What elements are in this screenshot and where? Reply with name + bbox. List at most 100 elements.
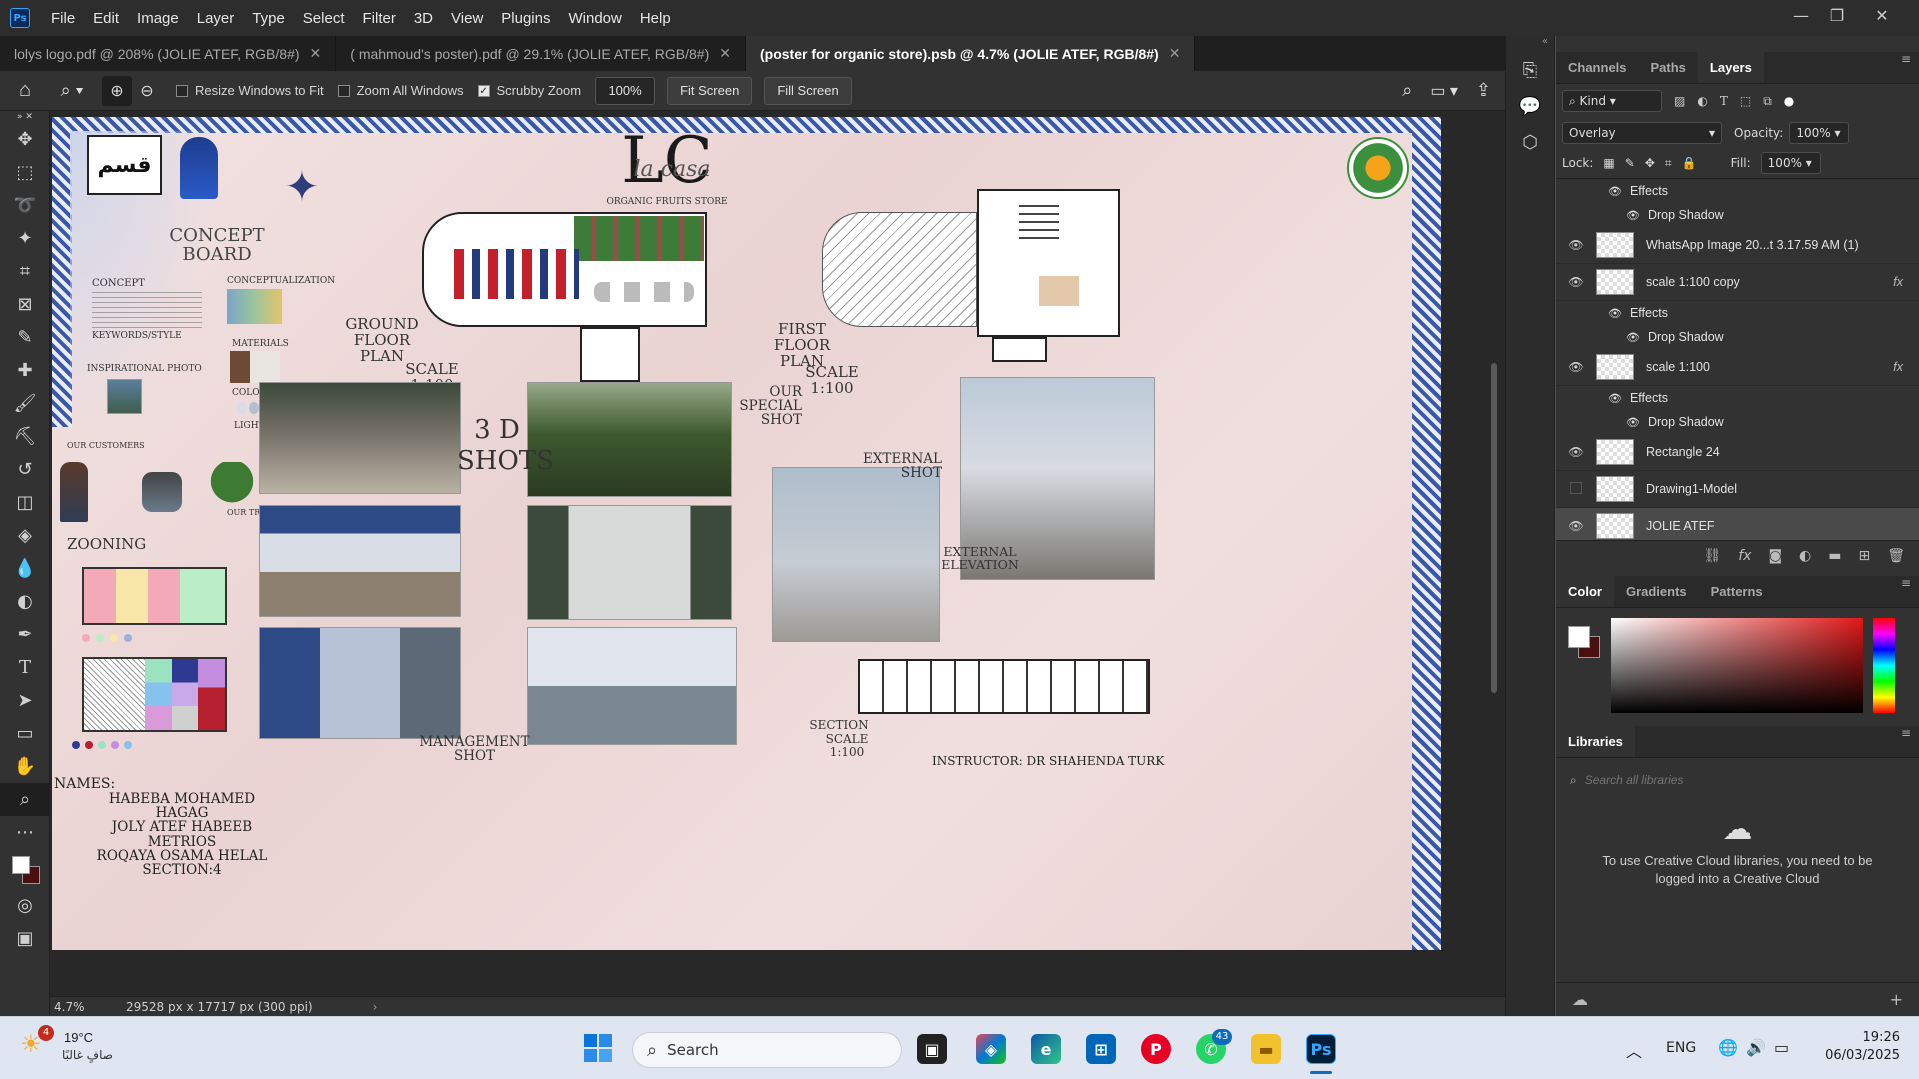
menu-file[interactable]: File bbox=[42, 10, 84, 27]
close-tab-icon[interactable]: ✕ bbox=[310, 45, 322, 62]
color-field[interactable] bbox=[1611, 618, 1863, 713]
effect-item-row[interactable]: 👁 Drop Shadow bbox=[1556, 325, 1919, 349]
effect-visibility-icon[interactable]: 👁 bbox=[1608, 185, 1622, 198]
add-style-icon[interactable]: fx bbox=[1738, 548, 1751, 564]
filter-shape-icon[interactable]: ⬚ bbox=[1740, 94, 1751, 108]
more-tools-icon[interactable]: ⋯ bbox=[0, 816, 50, 849]
effect-visibility-icon[interactable]: 👁 bbox=[1626, 209, 1640, 222]
photoshop-logo-icon[interactable]: Ps bbox=[10, 8, 30, 28]
search-icon[interactable]: ⌕ bbox=[1402, 80, 1412, 101]
link-layers-icon[interactable]: ⛓ bbox=[1703, 548, 1721, 564]
resize-windows-checkbox[interactable]: Resize Windows to Fit bbox=[176, 83, 324, 98]
filter-smart-object-icon[interactable]: ⧉ bbox=[1763, 94, 1772, 109]
eraser-tool-icon[interactable]: ◫ bbox=[0, 486, 50, 519]
zoom-tool-preset-icon[interactable]: ⌕ ▾ bbox=[50, 80, 94, 101]
tray-overflow-icon[interactable]: ︿ bbox=[1626, 1038, 1642, 1062]
comments-panel-icon[interactable]: 💬 bbox=[1506, 96, 1554, 132]
menu-select[interactable]: Select bbox=[294, 10, 354, 27]
microsoft-store-icon[interactable]: ⊞ bbox=[1086, 1034, 1116, 1064]
clock-date[interactable]: 06/03/2025 bbox=[1815, 1048, 1900, 1063]
healing-brush-tool-icon[interactable]: ✚ bbox=[0, 354, 50, 387]
layer-row[interactable]: 👁 scale 1:100 fx bbox=[1556, 349, 1919, 386]
edge-browser-icon[interactable]: e bbox=[1031, 1034, 1061, 1064]
visibility-eye-icon[interactable]: 👁 bbox=[1556, 275, 1596, 289]
menu-filter[interactable]: Filter bbox=[354, 10, 405, 27]
layer-row[interactable]: 👁 Rectangle 24 bbox=[1556, 434, 1919, 471]
scrollbar-thumb[interactable] bbox=[1491, 363, 1497, 693]
fill-field[interactable]: 100% ▾ bbox=[1760, 152, 1821, 174]
menu-type[interactable]: Type bbox=[243, 10, 294, 27]
lock-image-icon[interactable]: ✎ bbox=[1625, 156, 1635, 170]
clock-time[interactable]: 19:26 bbox=[1840, 1030, 1900, 1045]
effect-visibility-icon[interactable]: 👁 bbox=[1608, 392, 1622, 405]
zoom-all-windows-checkbox[interactable]: Zoom All Windows bbox=[337, 83, 464, 98]
layer-row[interactable]: 👁 JOLIE ATEF bbox=[1556, 508, 1919, 540]
effect-visibility-icon[interactable]: 👁 bbox=[1626, 331, 1640, 344]
history-brush-tool-icon[interactable]: ↺ bbox=[0, 453, 50, 486]
add-mask-icon[interactable]: ◙ bbox=[1768, 548, 1782, 564]
visibility-eye-icon[interactable]: 👁 bbox=[1556, 519, 1596, 533]
workspace-icon[interactable]: ▭ ▾ bbox=[1430, 81, 1458, 101]
status-expand-icon[interactable]: › bbox=[373, 1000, 378, 1014]
effects-row[interactable]: 👁 Effects bbox=[1556, 179, 1919, 203]
close-tab-icon[interactable]: ✕ bbox=[1169, 45, 1181, 62]
lock-all-icon[interactable]: 🔒 bbox=[1682, 156, 1697, 170]
zoom-tool-icon[interactable]: ⌕ bbox=[0, 783, 50, 816]
lock-artboard-icon[interactable]: ⌗ bbox=[1665, 156, 1672, 171]
effects-row[interactable]: 👁 Effects bbox=[1556, 301, 1919, 325]
frame-tool-icon[interactable]: ⊠ bbox=[0, 288, 50, 321]
blend-mode-select[interactable]: Overlay ▾ bbox=[1562, 122, 1722, 144]
tab-color[interactable]: Color bbox=[1556, 576, 1614, 607]
menu-window[interactable]: Window bbox=[559, 10, 630, 27]
new-adjustment-icon[interactable]: ◐ bbox=[1799, 548, 1811, 564]
pen-tool-icon[interactable]: ✒ bbox=[0, 618, 50, 651]
tab-lolys-logo[interactable]: lolys logo.pdf @ 208% (JOLIE ATEF, RGB/8… bbox=[0, 36, 337, 71]
path-selection-tool-icon[interactable]: ➤ bbox=[0, 684, 50, 717]
type-tool-icon[interactable]: T bbox=[0, 651, 50, 684]
menu-image[interactable]: Image bbox=[128, 10, 188, 27]
visibility-eye-icon[interactable]: 👁 bbox=[1556, 445, 1596, 459]
zoom-percent-field[interactable]: 100% bbox=[595, 76, 656, 105]
dodge-tool-icon[interactable]: ◐ bbox=[0, 585, 50, 618]
lock-position-icon[interactable]: ✥ bbox=[1645, 156, 1655, 170]
visibility-eye-icon[interactable] bbox=[1556, 481, 1596, 497]
weather-temp[interactable]: 19°C bbox=[64, 1030, 93, 1045]
zoom-out-icon[interactable]: ⊖ bbox=[132, 81, 162, 101]
opacity-field[interactable]: 100% ▾ bbox=[1789, 122, 1850, 144]
zoom-in-icon[interactable]: ⊕ bbox=[102, 75, 132, 106]
libraries-title[interactable]: Libraries bbox=[1556, 726, 1635, 757]
file-explorer-icon[interactable]: ▬ bbox=[1251, 1034, 1281, 1064]
volume-icon[interactable]: 🔊 bbox=[1746, 1038, 1766, 1057]
foreground-color-swatch[interactable] bbox=[1568, 626, 1590, 648]
layer-row[interactable]: 👁 WhatsApp Image 20...t 3.17.59 AM (1) bbox=[1556, 227, 1919, 264]
menu-layer[interactable]: Layer bbox=[188, 10, 244, 27]
effect-visibility-icon[interactable]: 👁 bbox=[1626, 416, 1640, 429]
crop-tool-icon[interactable]: ⌗ bbox=[0, 255, 50, 288]
home-icon[interactable]: ⌂ bbox=[0, 79, 50, 102]
quick-mask-icon[interactable]: ◎ bbox=[0, 889, 50, 922]
layer-row[interactable]: 👁 scale 1:100 copy fx bbox=[1556, 264, 1919, 301]
screen-mode-icon[interactable]: ▣ bbox=[0, 922, 50, 955]
delete-layer-icon[interactable]: 🗑 bbox=[1887, 548, 1905, 564]
color-panel-menu-icon[interactable]: ≡ bbox=[1901, 576, 1919, 607]
zoom-level[interactable]: 4.7% bbox=[50, 1000, 90, 1014]
hand-tool-icon[interactable]: ✋ bbox=[0, 750, 50, 783]
copilot-icon[interactable]: ◈ bbox=[976, 1034, 1006, 1064]
menu-view[interactable]: View bbox=[442, 10, 492, 27]
language-indicator[interactable]: ENG bbox=[1666, 1040, 1696, 1056]
panel-menu-icon[interactable]: ≡ bbox=[1901, 52, 1919, 83]
filter-toggle-icon[interactable]: ● bbox=[1784, 94, 1794, 108]
layer-effects-icon[interactable]: fx bbox=[1893, 360, 1903, 374]
photoshop-taskbar-icon[interactable]: Ps bbox=[1306, 1034, 1336, 1064]
filter-adjustment-icon[interactable]: ◐ bbox=[1697, 94, 1707, 108]
layer-effects-icon[interactable]: fx bbox=[1893, 275, 1903, 289]
history-panel-icon[interactable]: ⎘ bbox=[1506, 60, 1554, 96]
vertical-scrollbar[interactable] bbox=[1488, 80, 1500, 980]
paint-bucket-tool-icon[interactable]: ◈ bbox=[0, 519, 50, 552]
taskbar-search-box[interactable]: ⌕ Search bbox=[632, 1032, 902, 1068]
pinterest-icon[interactable]: P bbox=[1141, 1034, 1171, 1064]
libraries-menu-icon[interactable]: ≡ bbox=[1901, 726, 1919, 757]
fit-screen-button[interactable]: Fit Screen bbox=[667, 76, 753, 105]
poster-artboard[interactable]: قسم ✦ CONCEPT BOARD LC la casa ORGANIC F… bbox=[52, 117, 1441, 950]
eyedropper-tool-icon[interactable]: ✎ bbox=[0, 321, 50, 354]
